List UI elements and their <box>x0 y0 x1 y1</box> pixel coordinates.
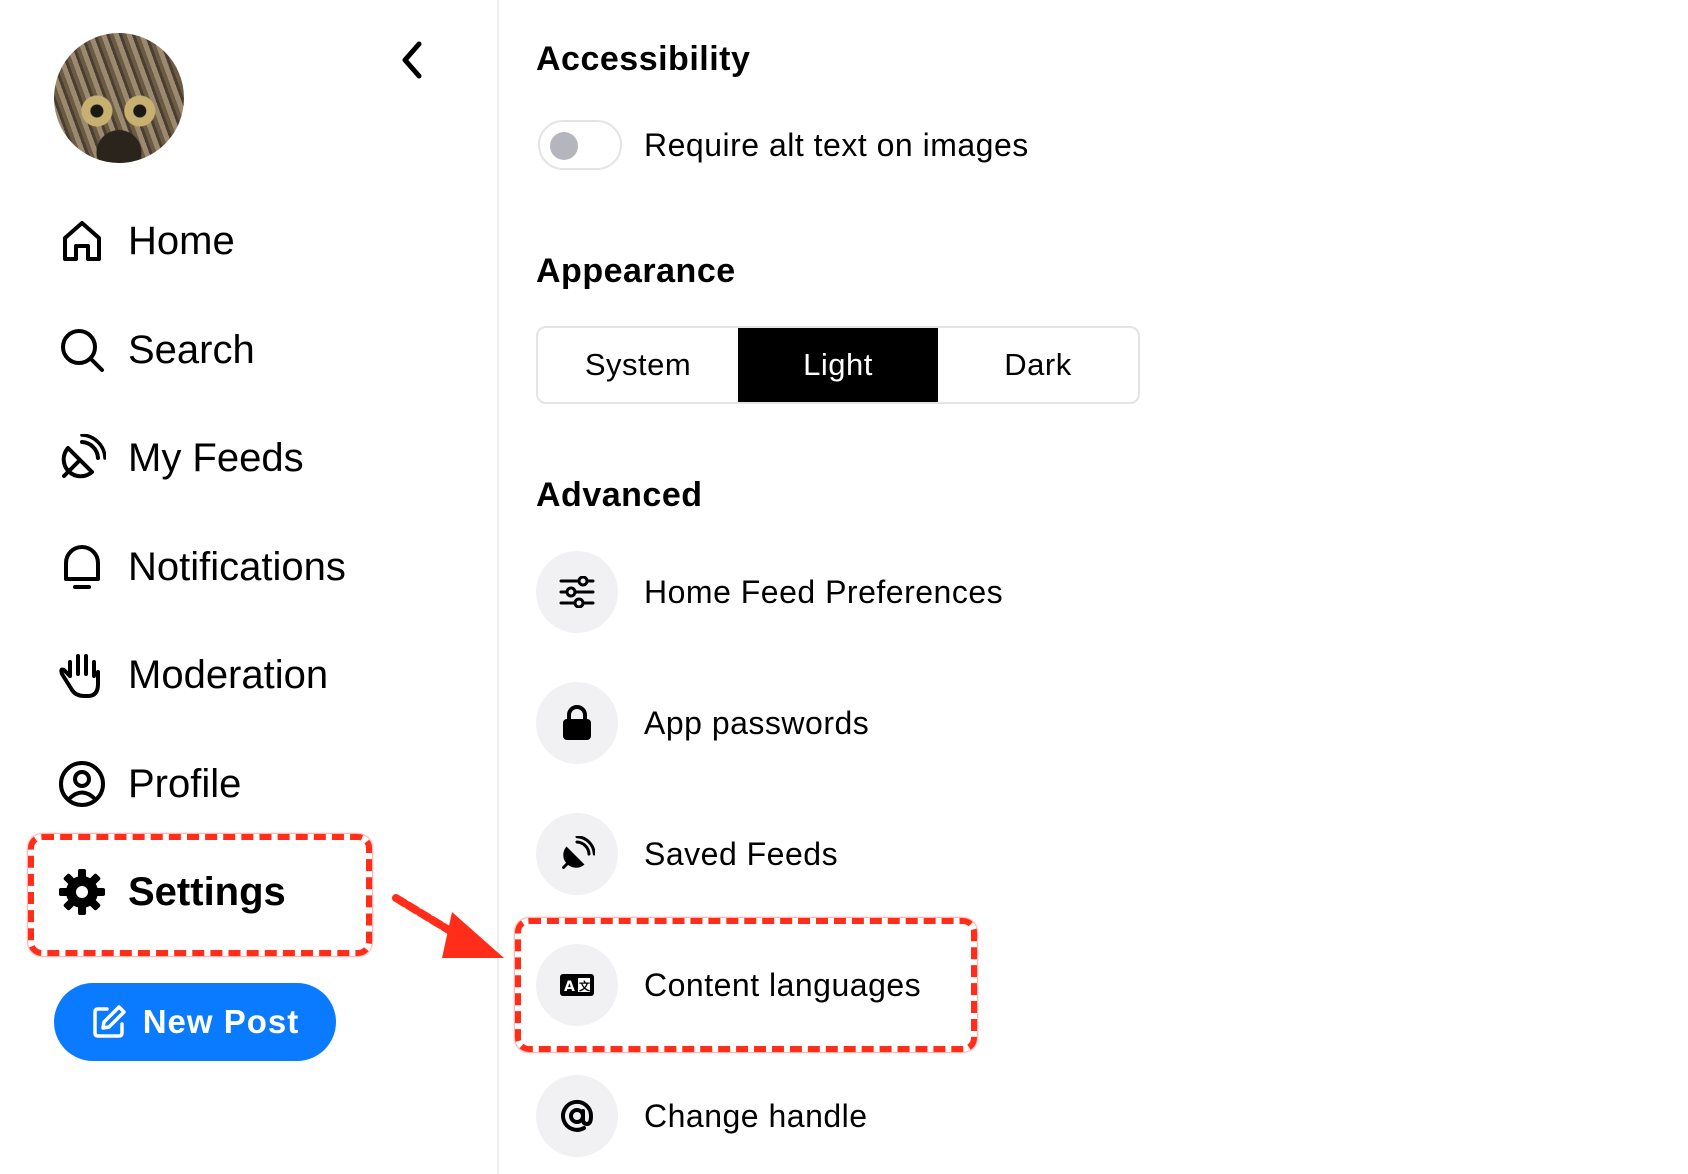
nav-item-notifications[interactable]: Notifications <box>56 537 346 597</box>
alt-text-label: Require alt text on images <box>644 126 1029 163</box>
appearance-selector: System Light Dark <box>536 326 1140 404</box>
lock-icon <box>536 682 618 764</box>
item-label: Home Feed Preferences <box>644 573 1004 610</box>
content-languages-annotation-box <box>515 918 977 1052</box>
nav-item-search[interactable]: Search <box>56 320 255 380</box>
search-icon <box>56 324 108 376</box>
panel-divider <box>497 0 499 1174</box>
home-icon <box>56 215 108 267</box>
compose-icon <box>91 1004 127 1040</box>
alt-text-toggle[interactable] <box>538 120 622 170</box>
appearance-option-dark[interactable]: Dark <box>938 328 1138 402</box>
hand-icon <box>56 649 108 701</box>
app-passwords-item[interactable]: App passwords <box>536 682 869 764</box>
appearance-title: Appearance <box>536 252 736 290</box>
nav-label: Notifications <box>128 544 346 589</box>
sliders-icon <box>536 551 618 633</box>
appearance-option-system[interactable]: System <box>538 328 738 402</box>
nav-label: Home <box>128 218 235 263</box>
item-label: Saved Feeds <box>644 835 839 872</box>
appearance-option-light[interactable]: Light <box>738 328 938 402</box>
advanced-title: Advanced <box>536 476 703 514</box>
bell-icon <box>56 541 108 593</box>
item-label: Change handle <box>644 1097 868 1134</box>
avatar[interactable] <box>54 33 184 163</box>
nav-label: Moderation <box>128 652 329 697</box>
toggle-knob <box>550 132 578 160</box>
change-handle-item[interactable]: Change handle <box>536 1075 868 1157</box>
home-feed-preferences-item[interactable]: Home Feed Preferences <box>536 551 1003 633</box>
chevron-left-icon <box>402 41 422 79</box>
feeds-icon <box>56 432 108 484</box>
sidebar: Home Search My Feeds Notifications Moder… <box>0 0 497 1174</box>
new-post-button[interactable]: New Post <box>54 983 336 1061</box>
settings-annotation-box <box>28 834 372 956</box>
satellite-icon <box>536 813 618 895</box>
nav-label: Profile <box>128 761 242 806</box>
nav-item-moderation[interactable]: Moderation <box>56 645 328 705</box>
nav-label: My Feeds <box>128 435 304 480</box>
nav-item-profile[interactable]: Profile <box>56 754 241 814</box>
nav-label: Search <box>128 327 255 372</box>
nav-item-my-feeds[interactable]: My Feeds <box>56 428 304 488</box>
saved-feeds-item[interactable]: Saved Feeds <box>536 813 838 895</box>
item-label: App passwords <box>644 704 870 741</box>
at-icon <box>536 1075 618 1157</box>
accessibility-title: Accessibility <box>536 40 751 78</box>
new-post-label: New Post <box>142 1003 300 1040</box>
collapse-sidebar-button[interactable] <box>392 40 432 80</box>
alt-text-setting[interactable]: Require alt text on images <box>538 120 1029 170</box>
profile-icon <box>56 758 108 810</box>
annotation-arrow-icon <box>392 894 504 958</box>
nav-item-home[interactable]: Home <box>56 211 235 271</box>
